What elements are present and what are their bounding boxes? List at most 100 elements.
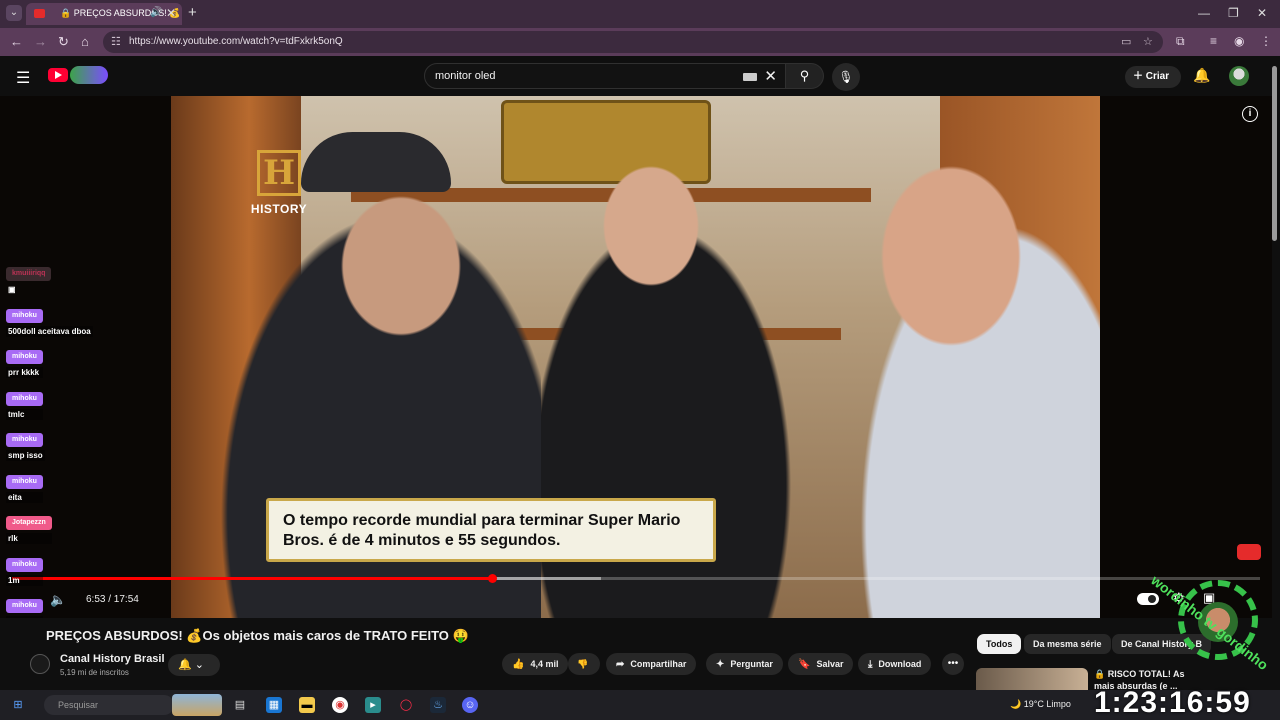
file-explorer-icon[interactable]: ▬	[299, 697, 315, 713]
chat-message: mihoku eita	[6, 470, 43, 503]
dislike-button[interactable]: 👎	[568, 653, 600, 675]
back-icon[interactable]: ←	[10, 34, 23, 49]
youtube-watermark-icon[interactable]	[1237, 544, 1261, 560]
chat-text: prr kkkk	[6, 367, 43, 378]
weather-widget[interactable]: 🌙 19°C Limpo	[1010, 699, 1071, 710]
close-tab-icon[interactable]: ✕	[166, 6, 176, 20]
share-label: Compartilhar	[630, 659, 687, 669]
taskbar-search[interactable]: Pesquisar	[44, 695, 174, 715]
youtube-favicon-icon	[34, 9, 45, 18]
chat-message: kmuiiiriqq ▣	[6, 262, 52, 295]
media-control-icon[interactable]: ≡	[1210, 34, 1217, 48]
channel-name[interactable]: Canal History Brasil	[60, 653, 165, 665]
video-title: PREÇOS ABSURDOS! 💰Os objetos mais caros …	[46, 628, 469, 643]
progress-bar[interactable]	[12, 574, 1260, 583]
video-player[interactable]: H HISTORY O tempo recorde mundial para t…	[0, 96, 1272, 618]
history-logo: H HISTORY	[247, 150, 311, 220]
create-label: Criar	[1145, 71, 1170, 82]
profile-icon[interactable]: ◉	[1234, 34, 1244, 48]
chat-username: mihoku	[6, 433, 43, 447]
chrome-icon[interactable]: ◉	[332, 697, 348, 713]
minimize-icon[interactable]: —	[1198, 6, 1210, 20]
search-query[interactable]: monitor oled	[435, 70, 496, 82]
chat-username: mihoku	[6, 308, 43, 323]
search-input[interactable]: monitor oled ✕	[424, 63, 786, 89]
opera-icon[interactable]: ◯	[398, 697, 414, 713]
streamer-logo: wordinho tv gordinho	[1148, 570, 1274, 673]
video-info-panel: PREÇOS ABSURDOS! 💰Os objetos mais caros …	[0, 618, 1272, 691]
chat-message: mihoku tmlc	[6, 387, 43, 420]
sparkle-icon: ✦	[716, 659, 725, 670]
reload-icon[interactable]: ↻	[58, 34, 69, 50]
search-icon: ⚲	[799, 68, 810, 83]
clear-search-icon[interactable]: ✕	[764, 67, 777, 85]
youtube-doodle[interactable]	[70, 66, 108, 84]
task-view-icon[interactable]: ▤	[232, 697, 248, 713]
youtube-logo-icon[interactable]	[48, 68, 68, 82]
address-bar[interactable]: ☷ https://www.youtube.com/watch?v=tdFxkr…	[103, 31, 1163, 53]
new-tab-button[interactable]: +	[188, 4, 197, 21]
search-button[interactable]: ⚲	[786, 63, 824, 89]
tab-list-button[interactable]: ⌄	[6, 5, 22, 21]
search-highlight-image[interactable]	[172, 694, 222, 716]
subscription-bell-button[interactable]: 🔔 ⌄	[168, 654, 220, 676]
autoplay-toggle[interactable]	[1137, 593, 1159, 605]
channel-avatar[interactable]	[30, 654, 50, 674]
browser-menu-icon[interactable]: ⋮	[1260, 34, 1272, 48]
extensions-icon[interactable]: ⧉	[1176, 34, 1185, 49]
chat-username: mihoku	[6, 474, 43, 489]
recommended-thumbnail[interactable]	[976, 668, 1088, 690]
recommended-title-line1: 🔒 RISCO TOTAL! As	[1094, 669, 1185, 679]
ask-label: Perguntar	[730, 659, 773, 669]
time-display: 6:53 / 17:54	[86, 594, 139, 605]
ask-button[interactable]: ✦ Perguntar	[706, 653, 783, 675]
volume-icon[interactable]: 🔈	[50, 592, 66, 608]
home-icon[interactable]: ⌂	[81, 34, 89, 49]
store-icon[interactable]: ▦	[266, 697, 282, 713]
url-text[interactable]: https://www.youtube.com/watch?v=tdFxkrk5…	[129, 36, 343, 47]
notifications-bell-icon[interactable]: 🔔	[1193, 67, 1210, 84]
download-button[interactable]: ⤓ Download	[858, 653, 932, 675]
page-scrollbar[interactable]	[1272, 66, 1277, 241]
account-avatar[interactable]	[1229, 66, 1249, 86]
create-button[interactable]: ＋ Criar	[1125, 66, 1181, 88]
youtube-header: ☰ monitor oled ✕ ⚲ 🎙 ＋ Criar 🔔	[0, 56, 1280, 96]
share-button[interactable]: ➦ Compartilhar	[606, 653, 697, 675]
restore-icon[interactable]: ❐	[1228, 6, 1239, 20]
bookmark-star-icon[interactable]: ☆	[1143, 35, 1153, 48]
browser-tab-active[interactable]: 🔒 PREÇOS ABSURDOS! 💰 🔊 ✕	[26, 3, 182, 25]
chevron-down-icon: ⌄	[194, 659, 204, 671]
subscriber-count: 5,19 mi de inscritos	[60, 668, 129, 677]
site-info-icon[interactable]: ☷	[111, 35, 121, 48]
chip-same-series[interactable]: Da mesma série	[1024, 634, 1111, 654]
speaker-icon[interactable]: 🔊	[150, 7, 162, 18]
stream-clock: 1:23:16:59	[1094, 686, 1251, 719]
steam-icon[interactable]: ♨	[430, 697, 446, 713]
more-actions-button[interactable]: •••	[942, 653, 964, 675]
chat-message: mihoku smp isso	[6, 428, 45, 461]
chat-text: smp isso	[6, 450, 45, 461]
progress-scrubber[interactable]	[487, 574, 497, 583]
chat-username: mihoku	[6, 391, 43, 406]
cast-icon[interactable]: ▭	[1121, 35, 1131, 48]
thumbs-down-icon: 👎	[577, 659, 589, 669]
app-icon-teal[interactable]: ▸	[365, 697, 381, 713]
discord-icon[interactable]: ☺	[462, 697, 478, 713]
weather-text: 19°C Limpo	[1023, 699, 1071, 709]
save-button[interactable]: 🔖 Salvar	[788, 653, 854, 675]
menu-icon[interactable]: ☰	[16, 68, 30, 88]
moon-icon: 🌙	[1010, 699, 1022, 709]
chat-text: ▣	[8, 285, 16, 294]
chip-all[interactable]: Todos	[977, 634, 1022, 654]
browser-toolbar: ← → ↻ ⌂ ☷ https://www.youtube.com/watch?…	[0, 28, 1280, 56]
info-icon[interactable]: i	[1242, 106, 1258, 122]
person-right	[831, 146, 1100, 618]
voice-search-button[interactable]: 🎙	[832, 63, 860, 91]
chat-text: rlk	[6, 533, 52, 544]
forward-icon[interactable]: →	[34, 34, 47, 49]
keyboard-icon[interactable]	[743, 73, 757, 81]
close-window-icon[interactable]: ✕	[1257, 6, 1267, 20]
like-button[interactable]: 👍 4,4 mil	[502, 653, 569, 675]
windows-start-icon[interactable]: ⊞	[10, 697, 26, 713]
history-logo-text: HISTORY	[250, 202, 308, 216]
